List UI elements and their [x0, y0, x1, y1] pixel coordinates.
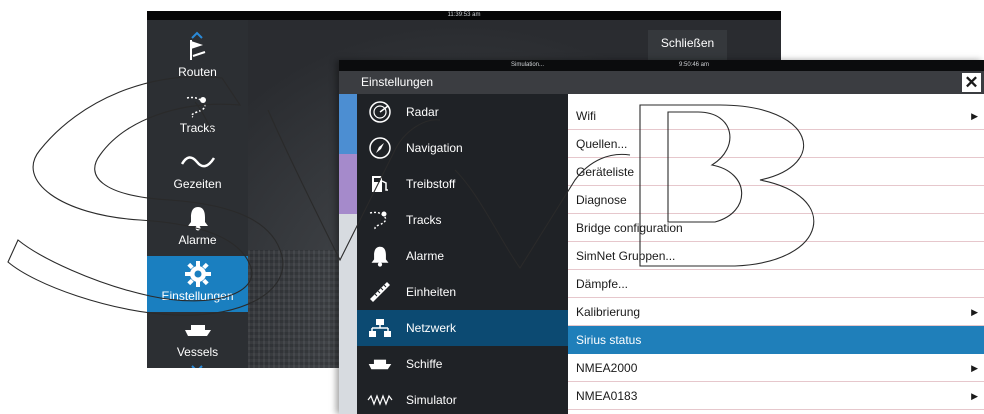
menu-item-label: Netzwerk: [406, 321, 457, 335]
menu-item-label: Tracks: [406, 213, 442, 227]
menu-item-navigation[interactable]: Navigation: [357, 130, 568, 166]
compass-icon: [367, 135, 393, 161]
list-item-nmea2000[interactable]: NMEA2000 ▶: [568, 354, 984, 382]
list-item-quellen[interactable]: Quellen...: [568, 130, 984, 158]
back-sidebar-item-routen[interactable]: Routen: [147, 32, 248, 88]
list-item-sirius-status[interactable]: Sirius status: [568, 326, 984, 354]
back-sidebar-label: Einstellungen: [161, 289, 234, 303]
list-item-label: Quellen...: [576, 137, 628, 151]
list-item-wifi[interactable]: Wifi ▶: [568, 102, 984, 130]
back-sidebar-label: Gezeiten: [173, 177, 222, 191]
menu-item-label: Einheiten: [406, 285, 457, 299]
radar-icon: [367, 99, 393, 125]
window-title: Einstellungen: [361, 75, 434, 89]
tracks-icon: [367, 207, 393, 233]
menu-item-einheiten[interactable]: Einheiten: [357, 274, 568, 310]
status-clock: 9:50:46 am: [679, 62, 710, 68]
settings-menu: Radar Navigation Treibstoff Tracks Alarm…: [357, 94, 568, 414]
scroll-down-icon[interactable]: [191, 360, 203, 368]
tracks-icon: [147, 92, 248, 120]
network-icon: [367, 315, 393, 341]
simulator-wave-icon: [367, 387, 393, 413]
chevron-right-icon: ▶: [971, 363, 978, 373]
menu-item-tracks[interactable]: Tracks: [357, 202, 568, 238]
tide-wave-icon: [147, 148, 248, 176]
chevron-right-icon: ▶: [971, 391, 978, 401]
menu-item-label: Schiffe: [406, 357, 443, 371]
menu-item-label: Simulator: [406, 393, 457, 407]
list-item-label: NMEA0183: [576, 389, 638, 403]
list-item-label: Bridge configuration: [576, 221, 683, 235]
back-clock: 11:39:53 am: [447, 12, 481, 18]
list-item-label: Geräteliste: [576, 165, 635, 179]
back-sidebar-item-gezeiten[interactable]: Gezeiten: [147, 144, 248, 200]
bell-icon: [147, 204, 248, 232]
back-sidebar-label: Alarme: [178, 233, 217, 247]
ship-icon: [147, 316, 248, 344]
menu-item-label: Navigation: [406, 141, 463, 155]
fuel-pump-icon: [367, 171, 393, 197]
menu-item-treibstoff[interactable]: Treibstoff: [357, 166, 568, 202]
back-sidebar-label: Routen: [178, 65, 217, 79]
list-item-label: Dämpfe...: [576, 277, 629, 291]
gear-icon: [147, 260, 248, 288]
ruler-icon: [367, 279, 393, 305]
menu-item-label: Alarme: [406, 249, 445, 263]
list-item-label: Wifi: [576, 109, 596, 123]
bell-icon: [367, 243, 393, 269]
list-item-label: Kalibrierung: [576, 305, 641, 319]
chevron-right-icon: ▶: [971, 111, 978, 121]
status-simulation: Simulation...: [511, 62, 545, 68]
list-item-kalibrierung[interactable]: Kalibrierung ▶: [568, 298, 984, 326]
list-item-diagnose[interactable]: Diagnose: [568, 186, 984, 214]
back-sidebar-item-einstellungen[interactable]: Einstellungen: [147, 256, 248, 312]
settings-window: Simulation... 9:50:46 am Einstellungen ✕…: [339, 60, 984, 414]
menu-item-schiffe[interactable]: Schiffe: [357, 346, 568, 382]
back-sidebar: Routen Tracks Gezeiten Alarme Einstellun: [147, 20, 248, 368]
chevron-right-icon: ▶: [971, 307, 978, 317]
menu-item-alarme[interactable]: Alarme: [357, 238, 568, 274]
list-item-label: NMEA2000: [576, 361, 638, 375]
route-flag-icon: [147, 36, 248, 64]
menu-item-label: Treibstoff: [406, 177, 456, 191]
back-status-bar: 11:39:53 am: [147, 11, 781, 20]
list-item-simnet-gruppen[interactable]: SimNet Gruppen...: [568, 242, 984, 270]
back-sidebar-label: Tracks: [179, 121, 216, 135]
list-item-daempfe[interactable]: Dämpfe...: [568, 270, 984, 298]
close-button[interactable]: Schließen: [648, 30, 727, 63]
menu-item-simulator[interactable]: Simulator: [357, 382, 568, 414]
list-item-label: SimNet Gruppen...: [576, 249, 676, 263]
front-status-bar: Simulation... 9:50:46 am: [339, 60, 984, 71]
back-sidebar-item-alarme[interactable]: Alarme: [147, 200, 248, 256]
ship-icon: [367, 351, 393, 377]
menu-item-radar[interactable]: Radar: [357, 94, 568, 130]
list-item-label: Diagnose: [576, 193, 627, 207]
back-sidebar-item-tracks[interactable]: Tracks: [147, 88, 248, 144]
list-item-geraeteliste[interactable]: Geräteliste: [568, 158, 984, 186]
list-item-label: Sirius status: [576, 333, 642, 347]
list-item-nmea0183[interactable]: NMEA0183 ▶: [568, 382, 984, 410]
menu-item-netzwerk[interactable]: Netzwerk: [357, 310, 568, 346]
title-bar: Einstellungen ✕: [339, 71, 984, 94]
close-window-button[interactable]: ✕: [962, 73, 981, 92]
menu-item-label: Radar: [406, 105, 439, 119]
back-sidebar-label: Vessels: [176, 345, 219, 359]
list-item-bridge-configuration[interactable]: Bridge configuration: [568, 214, 984, 242]
network-settings-list: Wifi ▶ Quellen... Geräteliste Diagnose B…: [568, 94, 984, 414]
left-strip-purple: [339, 154, 357, 214]
